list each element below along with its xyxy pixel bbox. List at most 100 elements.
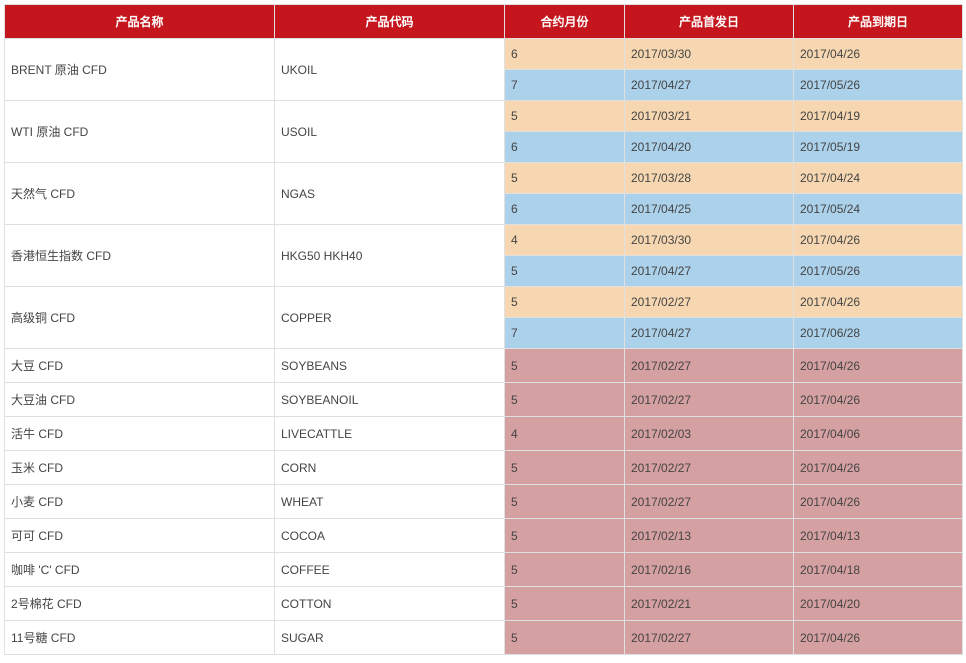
contract-month-cell: 5 bbox=[505, 287, 625, 318]
contract-month-cell: 5 bbox=[505, 553, 625, 587]
expiry-date-cell: 2017/04/26 bbox=[794, 287, 963, 318]
contract-month-cell: 5 bbox=[505, 256, 625, 287]
product-code-cell: SUGAR bbox=[275, 621, 505, 655]
first-date-cell: 2017/02/27 bbox=[625, 485, 794, 519]
contract-month-cell: 7 bbox=[505, 318, 625, 349]
col-header-expiry: 产品到期日 bbox=[794, 5, 963, 39]
expiry-date-cell: 2017/04/06 bbox=[794, 417, 963, 451]
first-date-cell: 2017/02/27 bbox=[625, 451, 794, 485]
expiry-date-cell: 2017/04/26 bbox=[794, 621, 963, 655]
product-name-cell: 活牛 CFD bbox=[5, 417, 275, 451]
product-name-cell: 11号糖 CFD bbox=[5, 621, 275, 655]
first-date-cell: 2017/04/27 bbox=[625, 70, 794, 101]
table-row: 可可 CFDCOCOA52017/02/132017/04/13 bbox=[5, 519, 963, 553]
table-row: 活牛 CFDLIVECATTLE42017/02/032017/04/06 bbox=[5, 417, 963, 451]
table-row: 11号糖 CFDSUGAR52017/02/272017/04/26 bbox=[5, 621, 963, 655]
expiry-date-cell: 2017/04/26 bbox=[794, 451, 963, 485]
first-date-cell: 2017/04/27 bbox=[625, 318, 794, 349]
expiry-date-cell: 2017/05/26 bbox=[794, 70, 963, 101]
contract-month-cell: 5 bbox=[505, 519, 625, 553]
product-table: 产品名称 产品代码 合约月份 产品首发日 产品到期日 BRENT 原油 CFDU… bbox=[4, 4, 963, 655]
product-name-cell: 咖啡 'C' CFD bbox=[5, 553, 275, 587]
contract-month-cell: 4 bbox=[505, 417, 625, 451]
contract-month-cell: 5 bbox=[505, 383, 625, 417]
expiry-date-cell: 2017/04/13 bbox=[794, 519, 963, 553]
contract-month-cell: 5 bbox=[505, 485, 625, 519]
product-name-cell: 香港恒生指数 CFD bbox=[5, 225, 275, 287]
first-date-cell: 2017/03/30 bbox=[625, 39, 794, 70]
product-code-cell: HKG50 HKH40 bbox=[275, 225, 505, 287]
first-date-cell: 2017/03/21 bbox=[625, 101, 794, 132]
table-row: 天然气 CFDNGAS52017/03/282017/04/24 bbox=[5, 163, 963, 194]
expiry-date-cell: 2017/04/26 bbox=[794, 225, 963, 256]
product-name-cell: 天然气 CFD bbox=[5, 163, 275, 225]
first-date-cell: 2017/02/27 bbox=[625, 349, 794, 383]
first-date-cell: 2017/03/30 bbox=[625, 225, 794, 256]
expiry-date-cell: 2017/04/19 bbox=[794, 101, 963, 132]
table-row: 小麦 CFDWHEAT52017/02/272017/04/26 bbox=[5, 485, 963, 519]
first-date-cell: 2017/04/27 bbox=[625, 256, 794, 287]
product-code-cell: NGAS bbox=[275, 163, 505, 225]
col-header-code: 产品代码 bbox=[275, 5, 505, 39]
contract-month-cell: 6 bbox=[505, 194, 625, 225]
table-row: BRENT 原油 CFDUKOIL62017/03/302017/04/26 bbox=[5, 39, 963, 70]
expiry-date-cell: 2017/05/19 bbox=[794, 132, 963, 163]
table-row: WTI 原油 CFDUSOIL52017/03/212017/04/19 bbox=[5, 101, 963, 132]
expiry-date-cell: 2017/04/20 bbox=[794, 587, 963, 621]
product-code-cell: WHEAT bbox=[275, 485, 505, 519]
expiry-date-cell: 2017/06/28 bbox=[794, 318, 963, 349]
expiry-date-cell: 2017/04/24 bbox=[794, 163, 963, 194]
first-date-cell: 2017/02/27 bbox=[625, 287, 794, 318]
product-code-cell: COTTON bbox=[275, 587, 505, 621]
product-name-cell: WTI 原油 CFD bbox=[5, 101, 275, 163]
col-header-first: 产品首发日 bbox=[625, 5, 794, 39]
contract-month-cell: 5 bbox=[505, 101, 625, 132]
product-name-cell: BRENT 原油 CFD bbox=[5, 39, 275, 101]
product-name-cell: 大豆 CFD bbox=[5, 349, 275, 383]
product-code-cell: SOYBEANS bbox=[275, 349, 505, 383]
table-row: 2号棉花 CFDCOTTON52017/02/212017/04/20 bbox=[5, 587, 963, 621]
product-code-cell: COFFEE bbox=[275, 553, 505, 587]
first-date-cell: 2017/02/27 bbox=[625, 383, 794, 417]
table-row: 咖啡 'C' CFDCOFFEE52017/02/162017/04/18 bbox=[5, 553, 963, 587]
contract-month-cell: 5 bbox=[505, 163, 625, 194]
first-date-cell: 2017/02/27 bbox=[625, 621, 794, 655]
contract-month-cell: 5 bbox=[505, 587, 625, 621]
expiry-date-cell: 2017/04/18 bbox=[794, 553, 963, 587]
product-name-cell: 小麦 CFD bbox=[5, 485, 275, 519]
first-date-cell: 2017/02/13 bbox=[625, 519, 794, 553]
table-row: 高级铜 CFDCOPPER52017/02/272017/04/26 bbox=[5, 287, 963, 318]
product-code-cell: USOIL bbox=[275, 101, 505, 163]
expiry-date-cell: 2017/05/26 bbox=[794, 256, 963, 287]
first-date-cell: 2017/04/25 bbox=[625, 194, 794, 225]
table-row: 大豆油 CFDSOYBEANOIL52017/02/272017/04/26 bbox=[5, 383, 963, 417]
first-date-cell: 2017/03/28 bbox=[625, 163, 794, 194]
first-date-cell: 2017/02/03 bbox=[625, 417, 794, 451]
contract-month-cell: 5 bbox=[505, 621, 625, 655]
product-name-cell: 高级铜 CFD bbox=[5, 287, 275, 349]
product-code-cell: UKOIL bbox=[275, 39, 505, 101]
first-date-cell: 2017/02/16 bbox=[625, 553, 794, 587]
table-row: 玉米 CFDCORN52017/02/272017/04/26 bbox=[5, 451, 963, 485]
expiry-date-cell: 2017/05/24 bbox=[794, 194, 963, 225]
contract-month-cell: 6 bbox=[505, 39, 625, 70]
product-name-cell: 可可 CFD bbox=[5, 519, 275, 553]
product-name-cell: 2号棉花 CFD bbox=[5, 587, 275, 621]
expiry-date-cell: 2017/04/26 bbox=[794, 349, 963, 383]
first-date-cell: 2017/04/20 bbox=[625, 132, 794, 163]
contract-month-cell: 5 bbox=[505, 349, 625, 383]
product-name-cell: 大豆油 CFD bbox=[5, 383, 275, 417]
product-code-cell: COPPER bbox=[275, 287, 505, 349]
expiry-date-cell: 2017/04/26 bbox=[794, 485, 963, 519]
product-code-cell: COCOA bbox=[275, 519, 505, 553]
table-row: 香港恒生指数 CFDHKG50 HKH4042017/03/302017/04/… bbox=[5, 225, 963, 256]
expiry-date-cell: 2017/04/26 bbox=[794, 383, 963, 417]
col-header-name: 产品名称 bbox=[5, 5, 275, 39]
product-code-cell: SOYBEANOIL bbox=[275, 383, 505, 417]
expiry-date-cell: 2017/04/26 bbox=[794, 39, 963, 70]
table-row: 大豆 CFDSOYBEANS52017/02/272017/04/26 bbox=[5, 349, 963, 383]
contract-month-cell: 6 bbox=[505, 132, 625, 163]
contract-month-cell: 4 bbox=[505, 225, 625, 256]
product-code-cell: CORN bbox=[275, 451, 505, 485]
contract-month-cell: 7 bbox=[505, 70, 625, 101]
